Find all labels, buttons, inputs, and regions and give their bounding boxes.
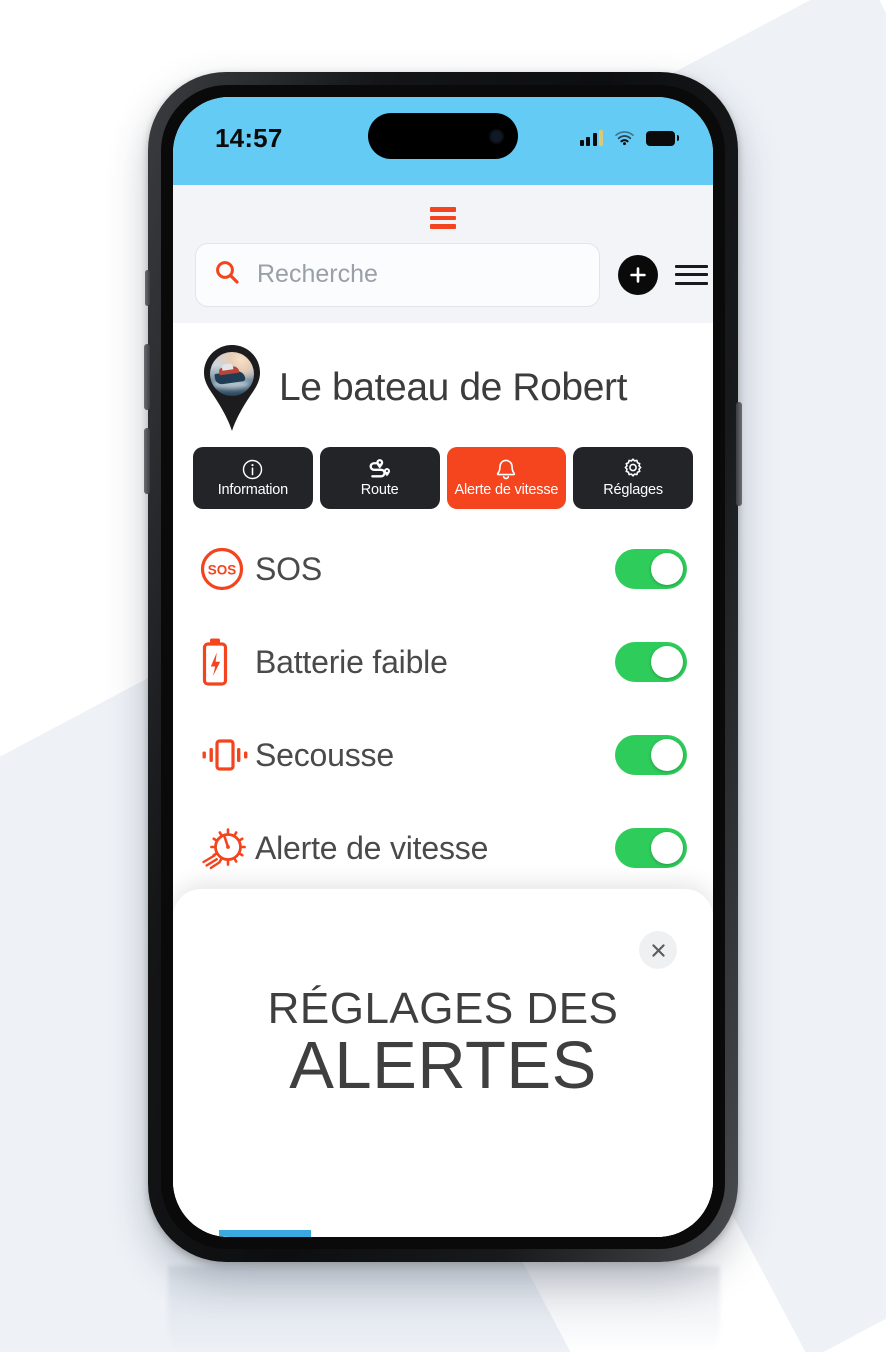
sos-circle-icon: SOS: [199, 546, 255, 592]
page-title: Le bateau de Robert: [279, 366, 627, 410]
phone-screen: 14:57: [173, 97, 713, 1237]
tab-label: Alerte de vitesse: [454, 483, 558, 498]
battery-full-icon: [646, 131, 675, 146]
tab-label: Information: [218, 483, 288, 498]
boat-photo: [210, 352, 254, 396]
device-header: Le bateau de Robert: [173, 337, 713, 443]
alert-settings-sheet: RÉGLAGES DES ALERTES: [173, 889, 713, 1237]
tab-bar: Information: [173, 443, 713, 523]
sheet-heading: RÉGLAGES DES ALERTES: [173, 889, 713, 1099]
toggle-speed-alert[interactable]: [615, 828, 687, 868]
alert-label: SOS: [255, 551, 615, 588]
drag-handle-icon[interactable]: [173, 185, 713, 243]
search-field-wrapper[interactable]: [195, 243, 600, 307]
route-path-icon: [367, 457, 392, 481]
gear-icon: [621, 457, 645, 481]
alert-row-sos: SOS SOS: [173, 523, 713, 616]
page-root: 14:57: [0, 0, 886, 1352]
phone-bezel: 14:57: [161, 85, 725, 1249]
phone-reflection: [168, 1266, 720, 1352]
vibration-icon: [199, 734, 255, 776]
search-input[interactable]: [255, 259, 581, 290]
alert-label: Secousse: [255, 737, 615, 774]
close-icon[interactable]: [639, 931, 677, 969]
toggle-low-battery[interactable]: [615, 642, 687, 682]
phone-frame: 14:57: [148, 72, 738, 1262]
add-device-button[interactable]: [618, 255, 658, 295]
alert-label: Batterie faible: [255, 644, 615, 681]
toggle-sos[interactable]: [615, 549, 687, 589]
svg-text:SOS: SOS: [208, 562, 237, 577]
volume-down-button[interactable]: [144, 428, 150, 494]
alert-row-speed: Alerte de vitesse: [173, 802, 713, 895]
alert-row-shake: Secousse: [173, 709, 713, 802]
tab-route[interactable]: Route: [320, 447, 440, 509]
tab-speed-alert[interactable]: Alerte de vitesse: [447, 447, 567, 509]
tab-label: Route: [361, 483, 399, 498]
volume-up-button[interactable]: [144, 344, 150, 410]
wifi-icon: [614, 130, 635, 146]
status-clock: 14:57: [207, 123, 283, 154]
tab-information[interactable]: Information: [193, 447, 313, 509]
sheet-heading-line1: RÉGLAGES DES: [213, 987, 673, 1032]
silent-switch[interactable]: [145, 270, 150, 306]
alert-label: Alerte de vitesse: [255, 830, 615, 867]
tab-settings[interactable]: Réglages: [573, 447, 693, 509]
front-camera-icon: [489, 129, 504, 144]
speedometer-icon: [199, 822, 255, 874]
alert-row-low-battery: Batterie faible: [173, 616, 713, 709]
status-bar: 14:57: [173, 97, 713, 185]
power-button[interactable]: [736, 402, 742, 506]
sheet-bottom-strip: [173, 1230, 713, 1237]
bell-icon: [495, 457, 517, 481]
plus-icon: [628, 265, 648, 285]
hamburger-menu-icon[interactable]: [675, 261, 708, 289]
toggle-shake[interactable]: [615, 735, 687, 775]
search-icon: [214, 259, 241, 291]
low-battery-icon: [199, 636, 255, 688]
map-pin-boat-avatar[interactable]: [199, 343, 265, 433]
cellular-signal-icon: [580, 130, 604, 146]
device-card: Le bateau de Robert: [173, 323, 713, 977]
sheet-heading-line2: ALERTES: [213, 1032, 673, 1099]
tab-label: Réglages: [603, 483, 663, 498]
dynamic-island: [368, 113, 518, 159]
status-indicators: [580, 130, 680, 146]
info-circle-icon: [241, 457, 264, 481]
search-toolbar: [173, 243, 713, 323]
